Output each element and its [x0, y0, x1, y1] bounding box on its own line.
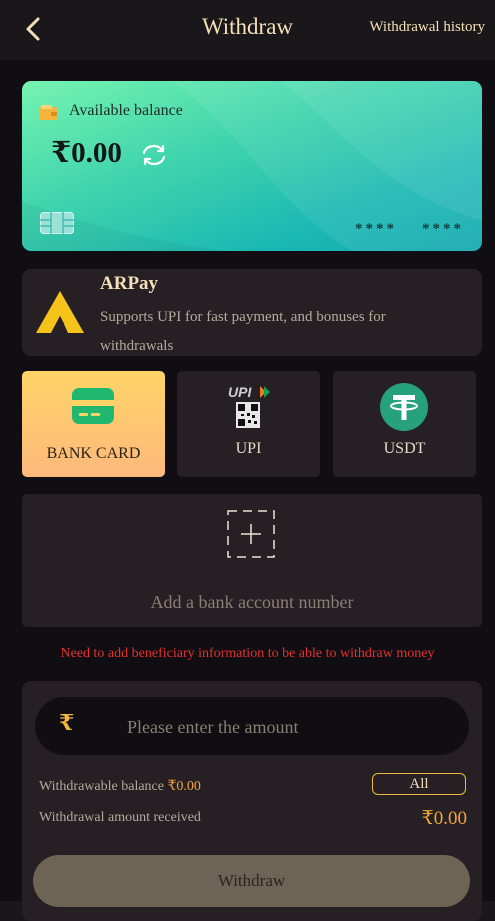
top-bar: Withdraw Withdrawal history: [0, 0, 495, 60]
withdrawable-balance-value: ₹0.00: [167, 779, 201, 794]
add-bank-account-button[interactable]: Add a bank account number: [22, 494, 482, 627]
amount-input[interactable]: [125, 697, 449, 757]
add-plus-icon: [227, 510, 275, 558]
withdraw-all-button[interactable]: All: [372, 773, 466, 795]
method-label: UPI: [235, 440, 262, 457]
method-bank-card[interactable]: BANK CARD: [22, 371, 165, 477]
balance-amount: ₹0.00: [51, 137, 122, 169]
withdraw-submit-button[interactable]: Withdraw: [33, 855, 470, 907]
withdrawable-balance-row: Withdrawable balance ₹0.00: [39, 778, 201, 795]
withdrawal-history-link[interactable]: Withdrawal history: [369, 19, 485, 36]
method-usdt[interactable]: USDT: [333, 371, 476, 477]
upi-qr-icon: UPI: [228, 384, 270, 428]
method-label: USDT: [383, 440, 426, 457]
method-label: BANK CARD: [46, 445, 141, 462]
rupee-icon: ₹: [59, 710, 75, 735]
channel-name: ARPay: [100, 273, 159, 294]
balance-card: Available balance ₹0.00 **** ****: [22, 81, 482, 251]
bank-card-icon: [72, 388, 114, 424]
add-account-label: Add a bank account number: [150, 592, 354, 612]
main-content: Available balance ₹0.00 **** **** ARPay …: [0, 60, 495, 921]
wallet-icon: [39, 105, 57, 120]
tether-icon: [380, 383, 428, 431]
svg-text:UPI: UPI: [228, 384, 252, 400]
amount-field: ₹: [35, 697, 469, 757]
refresh-icon[interactable]: [140, 143, 168, 167]
card-number-mask: ****: [355, 221, 397, 237]
channel-description: Supports UPI for fast payment, and bonus…: [100, 309, 386, 354]
payment-channel-card[interactable]: ARPay Supports UPI for fast payment, and…: [22, 269, 482, 356]
withdraw-form: ₹ Withdrawable balance ₹0.00 All Withdra…: [22, 681, 482, 921]
card-number-mask: ****: [422, 221, 464, 237]
card-chip-icon: [40, 212, 74, 234]
balance-label: Available balance: [69, 102, 183, 119]
received-amount-value: ₹0.00: [421, 808, 467, 829]
withdrawable-balance-label: Withdrawable balance: [39, 779, 164, 794]
arpay-logo-icon: [36, 291, 84, 333]
method-upi[interactable]: UPI UPI: [177, 371, 320, 477]
received-amount-label: Withdrawal amount received: [39, 810, 201, 825]
beneficiary-warning: Need to add beneficiary information to b…: [60, 646, 435, 661]
